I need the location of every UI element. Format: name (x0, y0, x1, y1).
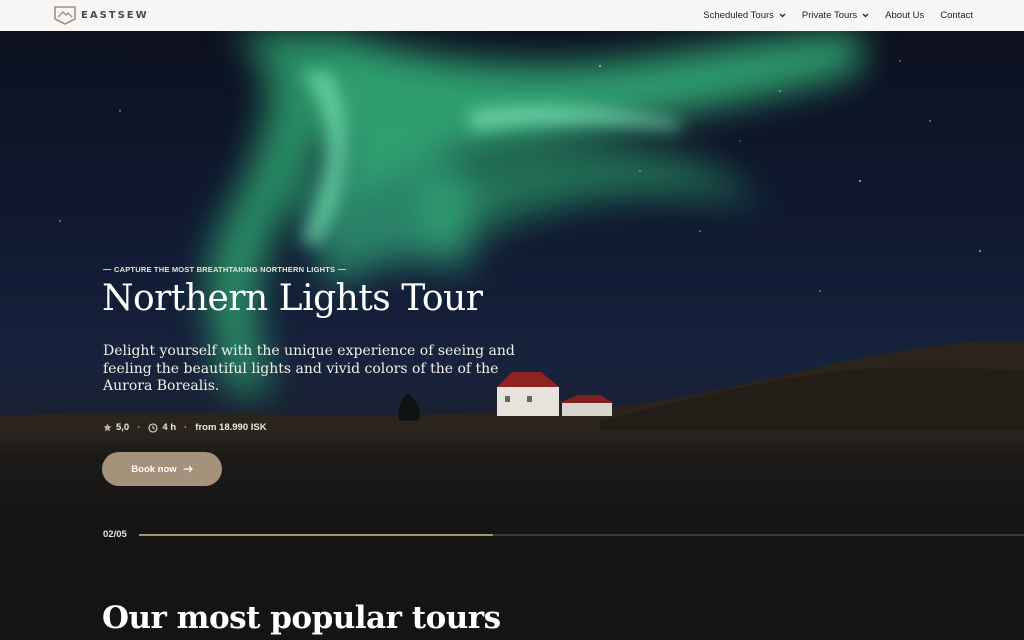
brand-logo[interactable]: EASTSEW (54, 5, 149, 25)
arrow-right-icon (183, 465, 193, 473)
price-value: from 18.990 ISK (195, 422, 267, 433)
star-icon (103, 423, 112, 432)
nav-item-label: Contact (940, 10, 973, 21)
meta-separator: · (184, 422, 188, 433)
rating-value: 5,0 (116, 422, 130, 433)
nav-item-label: Scheduled Tours (703, 10, 774, 21)
book-now-label: Book now (131, 463, 177, 475)
nav-item-about-us[interactable]: About Us (885, 10, 924, 21)
nav-item-scheduled-tours[interactable]: Scheduled Tours (703, 10, 786, 21)
slide-counter: 02/05 (103, 529, 127, 540)
hero-eyebrow: CAPTURE THE MOST BREATHTAKING NORTHERN L… (103, 265, 347, 274)
chevron-down-icon (779, 13, 786, 18)
clock-icon (148, 422, 158, 433)
brand-name: EASTSEW (81, 9, 149, 21)
duration-value: 4 h (162, 422, 177, 433)
tour-meta: 5,0 · 4 h · from 18.990 ISK (103, 422, 267, 433)
top-navigation-bar: EASTSEW Scheduled Tours Private Tours Ab… (0, 0, 1024, 31)
book-now-button[interactable]: Book now (102, 452, 222, 486)
chevron-down-icon (862, 13, 869, 18)
main-menu: Scheduled Tours Private Tours About Us C… (687, 0, 973, 31)
slide-progress-fill (139, 534, 493, 536)
nav-item-private-tours[interactable]: Private Tours (802, 10, 869, 21)
mountain-logo-icon (54, 6, 76, 25)
meta-separator: · (137, 422, 141, 433)
slide-progress-track[interactable] (139, 534, 1024, 536)
aurora-landscape-image (0, 31, 1024, 640)
popular-tours-title: Our most popular tours (102, 600, 501, 636)
hero-title: Northern Lights Tour (102, 278, 483, 319)
hero-section: CAPTURE THE MOST BREATHTAKING NORTHERN L… (0, 31, 1024, 640)
hero-eyebrow-text: CAPTURE THE MOST BREATHTAKING NORTHERN L… (114, 265, 336, 274)
nav-item-label: About Us (885, 10, 925, 21)
hero-description: Delight yourself with the unique experie… (103, 343, 515, 394)
nav-item-contact[interactable]: Contact (940, 10, 973, 21)
nav-item-label: Private Tours (801, 10, 858, 21)
